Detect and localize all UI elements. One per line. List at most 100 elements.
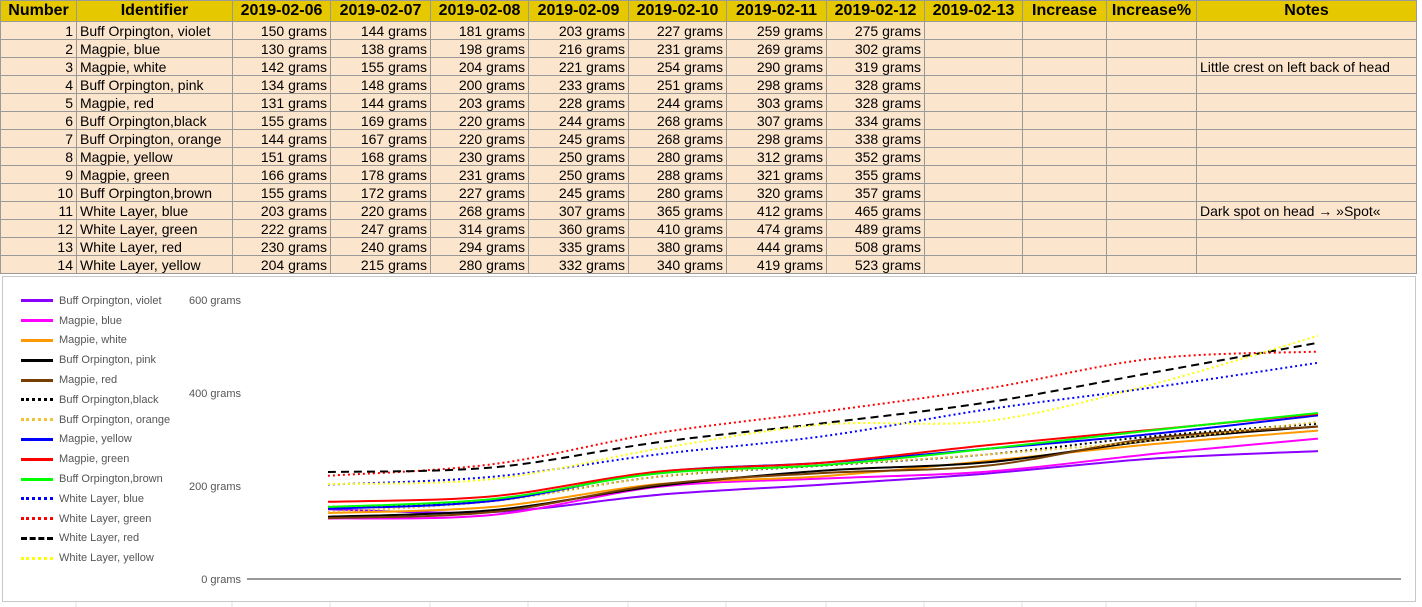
cell-weight[interactable]: 298 grams [726,129,827,148]
column-header[interactable]: Increase% [1106,0,1197,22]
cell-notes[interactable] [1196,165,1417,184]
cell-increase-percent[interactable] [1106,165,1197,184]
cell-increase[interactable] [1022,57,1107,76]
cell-notes[interactable] [1196,183,1417,202]
cell-increase-percent[interactable] [1106,21,1197,40]
cell-increase[interactable] [1022,237,1107,256]
cell-identifier[interactable]: White Layer, green [76,219,233,238]
cell-weight[interactable]: 508 grams [826,237,925,256]
cell-weight[interactable]: 355 grams [826,165,925,184]
cell-identifier[interactable]: Magpie, yellow [76,147,233,166]
cell-number[interactable]: 11 [0,201,77,220]
cell-weight[interactable]: 233 grams [528,75,629,94]
cell-number[interactable]: 9 [0,165,77,184]
cell-weight[interactable]: 131 grams [232,93,331,112]
cell-number[interactable]: 6 [0,111,77,130]
cell-weight[interactable]: 247 grams [330,219,431,238]
weight-line-chart[interactable]: Buff Orpington, violet Magpie, blue Magpie… [2,276,1416,602]
cell-weight[interactable]: 244 grams [528,111,629,130]
cell-increase[interactable] [1022,255,1107,274]
cell-number[interactable]: 14 [0,255,77,274]
cell-weight[interactable]: 134 grams [232,75,331,94]
cell-increase-percent[interactable] [1106,93,1197,112]
cell-empty-date[interactable] [924,57,1023,76]
cell-number[interactable]: 7 [0,129,77,148]
cell-empty-date[interactable] [924,219,1023,238]
cell-weight[interactable]: 380 grams [628,237,727,256]
column-header[interactable]: 2019-02-12 [826,0,925,22]
cell-identifier[interactable]: Magpie, white [76,57,233,76]
cell-notes[interactable] [1196,21,1417,40]
series-line[interactable] [327,450,1319,514]
cell-weight[interactable]: 365 grams [628,201,727,220]
cell-identifier[interactable]: Buff Orpington,brown [76,183,233,202]
cell-number[interactable]: 3 [0,57,77,76]
cell-weight[interactable]: 155 grams [232,183,331,202]
cell-increase[interactable] [1022,219,1107,238]
cell-weight[interactable]: 280 grams [628,183,727,202]
cell-notes[interactable] [1196,147,1417,166]
cell-weight[interactable]: 138 grams [330,39,431,58]
cell-identifier[interactable]: Magpie, red [76,93,233,112]
cell-increase-percent[interactable] [1106,39,1197,58]
cell-weight[interactable]: 144 grams [232,129,331,148]
cell-weight[interactable]: 240 grams [330,237,431,256]
cell-identifier[interactable]: Buff Orpington,black [76,111,233,130]
cell-weight[interactable]: 302 grams [826,39,925,58]
cell-weight[interactable]: 294 grams [430,237,529,256]
cell-increase-percent[interactable] [1106,147,1197,166]
cell-weight[interactable]: 166 grams [232,165,331,184]
cell-weight[interactable]: 303 grams [726,93,827,112]
cell-notes[interactable] [1196,75,1417,94]
cell-weight[interactable]: 228 grams [528,93,629,112]
cell-weight[interactable]: 203 grams [430,93,529,112]
column-header[interactable]: 2019-02-10 [628,0,727,22]
cell-weight[interactable]: 227 grams [628,21,727,40]
column-header[interactable]: Identifier [76,0,233,22]
cell-weight[interactable]: 245 grams [528,183,629,202]
cell-weight[interactable]: 334 grams [826,111,925,130]
cell-weight[interactable]: 172 grams [330,183,431,202]
cell-identifier[interactable]: Buff Orpington, violet [76,21,233,40]
cell-weight[interactable]: 203 grams [528,21,629,40]
cell-increase[interactable] [1022,75,1107,94]
cell-weight[interactable]: 216 grams [528,39,629,58]
cell-weight[interactable]: 244 grams [628,93,727,112]
cell-weight[interactable]: 338 grams [826,129,925,148]
cell-weight[interactable]: 268 grams [628,111,727,130]
cell-increase[interactable] [1022,165,1107,184]
cell-increase-percent[interactable] [1106,129,1197,148]
cell-increase[interactable] [1022,129,1107,148]
cell-number[interactable]: 4 [0,75,77,94]
cell-weight[interactable]: 312 grams [726,147,827,166]
cell-number[interactable]: 2 [0,39,77,58]
cell-weight[interactable]: 290 grams [726,57,827,76]
cell-weight[interactable]: 203 grams [232,201,331,220]
cell-weight[interactable]: 200 grams [430,75,529,94]
cell-weight[interactable]: 465 grams [826,201,925,220]
cell-increase[interactable] [1022,93,1107,112]
column-header[interactable]: 2019-02-11 [726,0,827,22]
cell-weight[interactable]: 319 grams [826,57,925,76]
cell-weight[interactable]: 321 grams [726,165,827,184]
column-header[interactable]: Number [0,0,77,22]
cell-weight[interactable]: 231 grams [628,39,727,58]
cell-weight[interactable]: 231 grams [430,165,529,184]
column-header[interactable]: Notes [1196,0,1417,22]
series-line[interactable] [327,437,1319,520]
cell-weight[interactable]: 360 grams [528,219,629,238]
column-header[interactable]: 2019-02-13 [924,0,1023,22]
cell-weight[interactable]: 489 grams [826,219,925,238]
cell-empty-date[interactable] [924,111,1023,130]
cell-weight[interactable]: 220 grams [330,201,431,220]
cell-identifier[interactable]: White Layer, yellow [76,255,233,274]
cell-weight[interactable]: 181 grams [430,21,529,40]
cell-notes[interactable] [1196,39,1417,58]
cell-empty-date[interactable] [924,21,1023,40]
cell-number[interactable]: 12 [0,219,77,238]
cell-identifier[interactable]: Magpie, blue [76,39,233,58]
cell-increase-percent[interactable] [1106,219,1197,238]
cell-weight[interactable]: 144 grams [330,21,431,40]
cell-notes[interactable] [1196,255,1417,274]
cell-weight[interactable]: 220 grams [430,129,529,148]
